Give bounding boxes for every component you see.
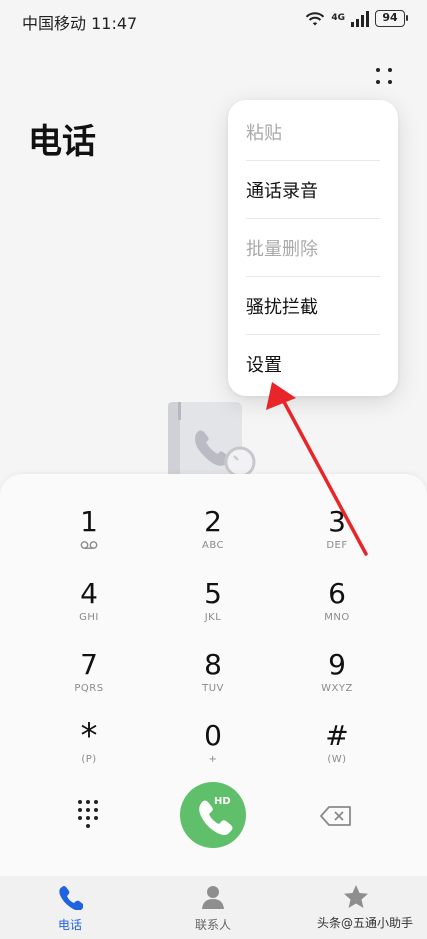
watermark: 头条@五通小助手 <box>316 916 413 930</box>
tab-favorites[interactable] <box>316 884 396 916</box>
key-digit: 9 <box>328 648 346 681</box>
dial-key-1[interactable]: 1 <box>39 505 139 571</box>
key-digit: 2 <box>204 505 222 538</box>
wifi-icon <box>306 11 325 25</box>
key-letters: WXYZ <box>321 683 353 694</box>
tab-label: 电话 <box>57 918 82 932</box>
dial-key-hash[interactable]: # (W) <box>287 719 387 785</box>
call-button[interactable] <box>180 782 246 848</box>
key-letters: DEF <box>326 540 348 551</box>
key-digit: 5 <box>204 577 222 610</box>
key-digit: 4 <box>80 577 98 610</box>
tab-label: 联系人 <box>194 918 231 932</box>
key-letters: JKL <box>204 612 222 623</box>
dial-key-5[interactable]: 5 JKL <box>163 577 263 643</box>
carrier-time: 中国移动 11:47 <box>22 14 138 33</box>
page-title: 电话 <box>28 122 96 162</box>
overflow-menu: 粘贴 通话录音 批量删除 骚扰拦截 设置 <box>228 100 398 396</box>
key-digit: 6 <box>328 577 346 610</box>
key-digit: 0 <box>204 719 222 752</box>
dial-key-6[interactable]: 6 MNO <box>287 577 387 643</box>
phone-icon <box>59 886 83 910</box>
key-letters: + <box>208 754 218 765</box>
status-bar: 中国移动 11:47 4G 94 <box>0 0 427 40</box>
network-type: 4G <box>331 13 345 23</box>
key-letters: PQRS <box>74 683 104 694</box>
phone-icon <box>199 800 233 835</box>
key-digit: 8 <box>204 648 222 681</box>
dial-key-8[interactable]: 8 TUV <box>163 648 263 714</box>
backspace-icon[interactable] <box>320 806 352 826</box>
dial-key-7[interactable]: 7 PQRS <box>39 648 139 714</box>
battery-indicator: 94 <box>375 10 408 27</box>
key-letters: TUV <box>202 683 224 694</box>
key-letters: GHI <box>79 612 99 623</box>
tab-phone[interactable]: 电话 <box>30 884 110 933</box>
menu-item-paste[interactable]: 粘贴 <box>246 103 380 161</box>
dial-key-9[interactable]: 9 WXYZ <box>287 648 387 714</box>
more-options-icon[interactable] <box>372 64 396 88</box>
key-digit: * <box>80 716 98 756</box>
menu-item-settings[interactable]: 设置 <box>246 335 380 393</box>
empty-call-log-illustration <box>168 402 256 478</box>
key-digit: 7 <box>80 648 98 681</box>
dial-key-star[interactable]: * (P) <box>39 719 139 785</box>
contact-icon <box>202 886 224 909</box>
signal-icon <box>351 10 369 27</box>
key-letters: (W) <box>327 754 347 765</box>
key-digit: # <box>325 719 349 752</box>
dial-key-0[interactable]: 0 + <box>163 719 263 785</box>
key-letters: (P) <box>81 754 97 765</box>
star-icon <box>344 885 368 908</box>
menu-item-call-recording[interactable]: 通话录音 <box>246 161 380 219</box>
voicemail-icon <box>80 541 98 549</box>
menu-item-harassment-block[interactable]: 骚扰拦截 <box>246 277 380 335</box>
key-digit: 1 <box>80 505 98 538</box>
status-icons: 4G 94 <box>305 10 408 27</box>
menu-item-batch-delete[interactable]: 批量删除 <box>246 219 380 277</box>
key-letters: MNO <box>324 612 350 623</box>
key-digit: 3 <box>328 505 346 538</box>
hd-badge: HD <box>214 796 231 807</box>
dial-key-3[interactable]: 3 DEF <box>287 505 387 571</box>
key-letters: ABC <box>201 540 224 551</box>
dialpad-toggle-icon[interactable] <box>76 798 100 830</box>
tab-contacts[interactable]: 联系人 <box>173 884 253 933</box>
dial-key-4[interactable]: 4 GHI <box>39 577 139 643</box>
dial-key-2[interactable]: 2 ABC <box>163 505 263 571</box>
